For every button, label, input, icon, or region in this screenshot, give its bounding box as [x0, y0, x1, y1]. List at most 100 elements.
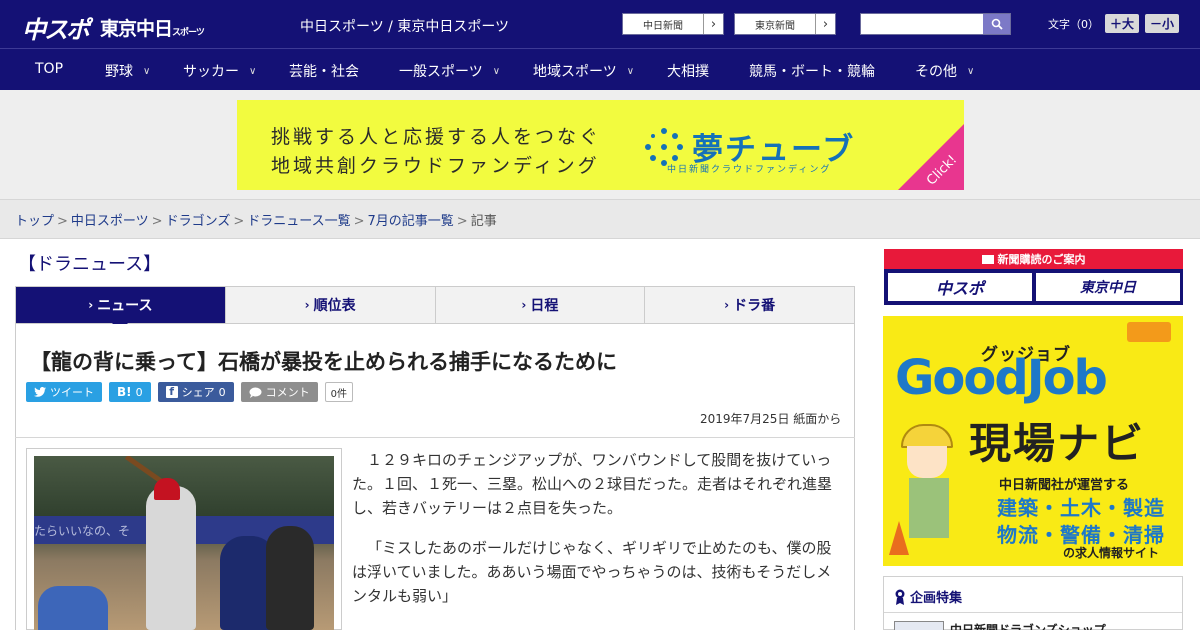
tweet-button[interactable]: ツイート	[26, 382, 102, 402]
nav-label: 競馬・ボート・競輪	[749, 64, 875, 80]
divider	[15, 437, 855, 438]
breadcrumb-sep: >	[151, 214, 163, 229]
nav-item-local-sports[interactable]: 地域スポーツ ∨	[533, 61, 634, 81]
tab-label: 日程	[530, 298, 559, 314]
hatena-b-icon: B!	[117, 385, 132, 399]
search-button[interactable]	[983, 14, 1010, 34]
twitter-bird-icon	[34, 387, 46, 397]
feature-thumbnail[interactable]	[894, 621, 944, 630]
chunichi-shimbun-label: 中日新聞	[643, 20, 683, 32]
breadcrumb-dragons[interactable]: ドラゴンズ	[166, 214, 231, 229]
breadcrumb-top[interactable]: トップ	[15, 214, 54, 229]
font-size-label: 文字（0）	[1048, 17, 1099, 31]
facebook-icon: f	[165, 385, 178, 398]
font-size-down-button[interactable]: －小	[1145, 14, 1180, 33]
nav-item-soccer[interactable]: サッカー ∨	[183, 61, 256, 81]
ad-line-2: 地域共創クラウドファンディング	[271, 155, 600, 177]
tokyo-shimbun-link[interactable]: 東京新聞 ›	[734, 13, 836, 35]
nav-item-baseball[interactable]: 野球 ∨	[105, 61, 150, 81]
newspaper-icon	[981, 254, 994, 264]
comment-label: コメント	[265, 386, 310, 399]
nav-label: サッカー	[183, 64, 239, 80]
nav-item-top[interactable]: TOP	[35, 61, 63, 77]
comment-button[interactable]: コメント	[240, 382, 318, 402]
tab-label: ドラ番	[733, 298, 776, 314]
traffic-cone-icon	[889, 521, 909, 555]
nav-label: 地域スポーツ	[533, 64, 617, 80]
subscription-header: 新聞購読のご案内	[884, 249, 1183, 269]
tab-label: 順位表	[313, 298, 356, 314]
nav-label: 一般スポーツ	[399, 64, 483, 80]
main-nav: TOP 野球 ∨ サッカー ∨ 芸能・社会 一般スポーツ ∨ 地域スポーツ ∨ 大相撲 …	[0, 48, 1200, 90]
chevron-right-icon: ›	[815, 14, 835, 34]
goodjob-sub: 中日新聞社が運営する	[999, 478, 1130, 493]
search-box	[860, 13, 1011, 35]
ad-brand-sub: 中日新聞クラウドファンディング	[667, 165, 832, 175]
article-photo[interactable]: たらいいなの、そ	[34, 456, 334, 630]
photo-player	[38, 586, 108, 630]
breadcrumb-sep: >	[353, 214, 365, 229]
feature-plan-box: 企画特集 中日新聞ドラゴンズショップ	[883, 576, 1183, 630]
article-body: １２９キロのチェンジアップが、ワンバウンドして股間を抜けていった。１回、１死一、…	[352, 448, 836, 624]
breadcrumb-sep: >	[57, 214, 68, 229]
hatena-count: 0	[135, 385, 143, 399]
chevron-down-icon: ∨	[249, 65, 257, 77]
nav-item-sumo[interactable]: 大相撲	[667, 61, 709, 81]
nav-label: 野球	[105, 64, 133, 80]
site-logo[interactable]: 中スポ 東京中日スポーツ	[22, 10, 205, 45]
chevron-right-icon: ›	[88, 298, 94, 312]
nav-label: 芸能・社会	[289, 64, 359, 80]
hatena-bookmark-button[interactable]: B! 0	[109, 382, 151, 402]
crowdfunding-ad-banner[interactable]: 挑戦する人と応援する人をつなぐ 地域共創クラウドファンディング 夢チューブ 中日…	[237, 100, 964, 190]
article-paragraph: １２９キロのチェンジアップが、ワンバウンドして股間を抜けていった。１回、１死一、…	[352, 451, 833, 517]
nav-item-entertainment[interactable]: 芸能・社会	[289, 61, 359, 81]
article-headline: 【龍の背に乗って】石橋が暴投を止められる捕手になるために	[30, 350, 617, 374]
nav-label: その他	[915, 64, 957, 80]
tab-label: ニュース	[97, 298, 153, 314]
chevron-down-icon: ∨	[492, 65, 501, 77]
subscribe-tokyo-chunichi-button[interactable]: 東京中日	[1036, 273, 1180, 301]
article-dateline: 2019年7月25日 紙面から	[700, 412, 842, 426]
tab-standings[interactable]: › 順位表	[225, 287, 436, 323]
share-count: 0	[218, 385, 226, 399]
tab-dora-ban[interactable]: › ドラ番	[645, 287, 854, 323]
chevron-right-icon: ›	[304, 298, 310, 312]
award-ribbon-icon	[895, 589, 905, 605]
breadcrumb-chunichi-sports[interactable]: 中日スポーツ	[71, 214, 149, 229]
chevron-right-icon: ›	[724, 298, 730, 312]
section-title: 【ドラニュース】	[18, 254, 162, 275]
nav-label: 大相撲	[667, 64, 709, 80]
feature-item-dragons-shop[interactable]: 中日新聞ドラゴンズショップ	[950, 621, 1106, 630]
goodjob-ad[interactable]: グッジョブ GoodJob 現場ナビ 中日新聞社が運営する 建築・土木・製造 物…	[883, 316, 1183, 566]
share-label: シェア	[181, 386, 215, 399]
logo-tokyo-text: 東京中日	[100, 18, 173, 40]
breadcrumb-dra-news-list[interactable]: ドラニュース一覧	[247, 214, 350, 229]
chevron-down-icon: ∨	[626, 65, 635, 77]
chevron-right-icon: ›	[521, 298, 527, 312]
facebook-share-button[interactable]: f シェア 0	[157, 382, 234, 402]
breadcrumb-july-articles[interactable]: 7月の記事一覧	[368, 214, 454, 229]
nav-label: TOP	[35, 61, 64, 77]
tab-schedule[interactable]: › 日程	[435, 287, 646, 323]
chevron-down-icon: ∨	[143, 65, 151, 77]
breadcrumb: トップ > 中日スポーツ > ドラゴンズ > ドラニュース一覧 >7月の記事一覧 > 記事	[15, 210, 497, 229]
divider	[884, 612, 1182, 613]
tab-news[interactable]: › ニュース	[16, 287, 226, 331]
site-title[interactable]: 中日スポーツ / 東京中日スポーツ	[300, 16, 509, 36]
logo-tokyo-small: スポーツ	[172, 28, 205, 38]
nav-item-others[interactable]: その他 ∨	[915, 61, 974, 81]
goodjob-navi: 現場ナビ	[969, 419, 1146, 468]
worker-vest	[909, 478, 949, 538]
nav-item-racing[interactable]: 競馬・ボート・競輪	[749, 61, 875, 81]
chunichi-shimbun-link[interactable]: 中日新聞 ›	[622, 13, 724, 35]
search-input[interactable]	[861, 14, 983, 34]
goodjob-line-4: の求人情報サイト	[1063, 546, 1160, 560]
subscribe-chuspo-button[interactable]: 中スポ	[888, 273, 1032, 301]
logo-chuspo: 中スポ	[22, 16, 90, 44]
goodjob-logo: GoodJob	[895, 350, 1108, 406]
photo-umpire	[266, 526, 314, 630]
nav-item-general-sports[interactable]: 一般スポーツ ∨	[399, 61, 500, 81]
breadcrumb-sep: >	[233, 214, 245, 229]
ad-line-1: 挑戦する人と応援する人をつなぐ	[271, 126, 602, 148]
font-size-up-button[interactable]: ＋大	[1105, 14, 1140, 33]
